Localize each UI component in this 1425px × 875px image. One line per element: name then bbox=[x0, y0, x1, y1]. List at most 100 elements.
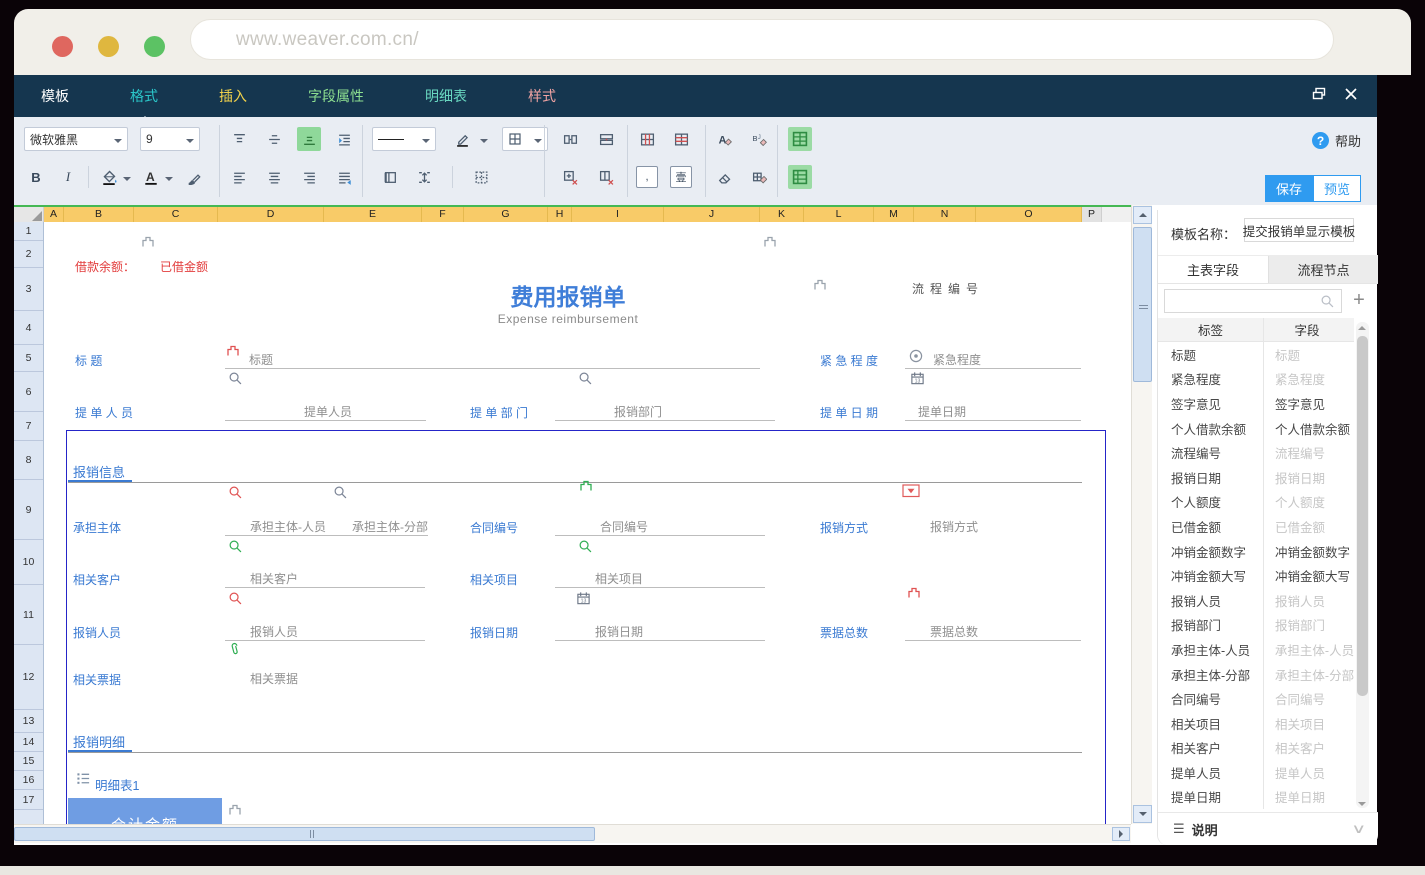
traffic-light-minimize[interactable] bbox=[98, 36, 119, 57]
align-justify-button[interactable] bbox=[332, 165, 356, 189]
column-header[interactable]: J bbox=[664, 207, 760, 222]
save-button[interactable]: 保存 bbox=[1265, 175, 1313, 202]
eraser-button[interactable] bbox=[712, 165, 736, 189]
panel-scroll-thumb[interactable] bbox=[1357, 336, 1368, 696]
field-value-person[interactable]: 报销人员 bbox=[250, 623, 298, 640]
align-center-button[interactable] bbox=[262, 165, 286, 189]
field-list-row[interactable]: 提单日期 提单日期 bbox=[1158, 785, 1354, 810]
column-header[interactable]: K bbox=[760, 207, 804, 222]
canvas-horizontal-scrollbar[interactable] bbox=[14, 824, 1131, 843]
field-list-row[interactable]: 已借金额 已借金额 bbox=[1158, 514, 1354, 539]
field-list-row[interactable]: 签字意见 签字意见 bbox=[1158, 391, 1354, 416]
font-color-button[interactable]: A bbox=[139, 165, 163, 189]
column-header[interactable]: N bbox=[914, 207, 976, 222]
search-icon[interactable] bbox=[333, 485, 348, 500]
field-value-project[interactable]: 相关项目 bbox=[595, 570, 643, 587]
scroll-down-button[interactable] bbox=[1133, 805, 1152, 823]
search-icon[interactable] bbox=[228, 539, 243, 554]
calendar-icon[interactable]: 13 bbox=[910, 371, 925, 386]
field-value-submit-date[interactable]: 提单日期 bbox=[918, 403, 966, 420]
chinese-uppercase-button[interactable]: 壹 bbox=[669, 165, 693, 189]
indent-button[interactable] bbox=[332, 127, 356, 151]
add-field-button[interactable]: + bbox=[1348, 288, 1370, 312]
field-value-urgency[interactable]: 紧急程度 bbox=[933, 351, 981, 368]
row-header[interactable]: 11 bbox=[14, 585, 43, 645]
section-title-info[interactable]: 报销信息 bbox=[73, 462, 125, 481]
field-label-customer[interactable]: 相关客户 bbox=[73, 571, 121, 588]
horizontal-scroll-thumb[interactable] bbox=[14, 827, 595, 841]
field-list-row[interactable]: 承担主体-人员 承担主体-人员 bbox=[1158, 637, 1354, 662]
column-header[interactable]: F bbox=[422, 207, 464, 222]
column-header[interactable]: L bbox=[804, 207, 874, 222]
search-icon[interactable] bbox=[228, 485, 243, 500]
font-family-select[interactable]: 微软雅黑 bbox=[24, 127, 128, 151]
column-header[interactable]: G bbox=[464, 207, 548, 222]
form-canvas[interactable]: 借款余额： 已借金额 费用报销单 Expense reimbursement 流… bbox=[44, 222, 1131, 824]
traffic-light-close[interactable] bbox=[52, 36, 73, 57]
field-value-bearer-dept[interactable]: 承担主体-分部 bbox=[352, 518, 428, 535]
column-header[interactable]: P bbox=[1082, 207, 1102, 222]
search-icon[interactable] bbox=[228, 371, 243, 386]
field-value-customer[interactable]: 相关客户 bbox=[250, 570, 298, 587]
section-title-detail[interactable]: 报销明细 bbox=[73, 732, 125, 751]
field-value-method[interactable]: 报销方式 bbox=[930, 518, 978, 535]
field-label-urgency[interactable]: 紧 急 程 度 bbox=[820, 352, 878, 369]
field-value-submit-dept[interactable]: 报销部门 bbox=[614, 403, 662, 420]
field-list-row[interactable]: 流程编号 流程编号 bbox=[1158, 440, 1354, 465]
address-bar[interactable]: www.weaver.com.cn/ bbox=[190, 19, 1334, 60]
calendar-icon[interactable]: 13 bbox=[576, 591, 591, 606]
scroll-down-icon[interactable] bbox=[1358, 802, 1366, 810]
column-header[interactable]: B bbox=[64, 207, 134, 222]
traffic-light-zoom[interactable] bbox=[144, 36, 165, 57]
field-list-row[interactable]: 提单人员 提单人员 bbox=[1158, 760, 1354, 785]
row-header[interactable]: 4 bbox=[14, 311, 43, 345]
search-icon[interactable] bbox=[578, 371, 593, 386]
select-all-corner[interactable] bbox=[14, 207, 44, 222]
field-value-submitter[interactable]: 提单人员 bbox=[304, 403, 352, 420]
field-list-row[interactable]: 相关项目 相关项目 bbox=[1158, 711, 1354, 736]
row-header[interactable]: 12 bbox=[14, 645, 43, 710]
field-list-row[interactable]: 报销人员 报销人员 bbox=[1158, 588, 1354, 613]
field-list-row[interactable]: 个人借款余额 个人借款余额 bbox=[1158, 416, 1354, 441]
clear-cell-format-button[interactable]: BJ bbox=[747, 127, 771, 151]
close-window-icon[interactable] bbox=[1343, 86, 1359, 102]
row-header[interactable]: 10 bbox=[14, 540, 43, 585]
field-label-contract[interactable]: 合同编号 bbox=[470, 519, 518, 536]
column-header[interactable]: H bbox=[548, 207, 572, 222]
preview-button[interactable]: 预览 bbox=[1313, 175, 1361, 202]
form-subtitle[interactable]: Expense reimbursement bbox=[498, 312, 639, 326]
row-header[interactable]: 8 bbox=[14, 441, 43, 480]
row-header[interactable]: 1 bbox=[14, 222, 43, 241]
menu-tab[interactable]: 格式 bbox=[130, 86, 158, 106]
field-list-row[interactable]: 报销部门 报销部门 bbox=[1158, 613, 1354, 638]
bold-button[interactable]: B bbox=[24, 165, 48, 189]
split-cell-button[interactable] bbox=[558, 165, 582, 189]
row-header[interactable]: 17 bbox=[14, 790, 43, 810]
scroll-right-button[interactable] bbox=[1112, 827, 1130, 841]
merge-cells-button[interactable] bbox=[558, 127, 582, 151]
insert-field-icon[interactable] bbox=[762, 235, 778, 251]
tab-main-table-fields[interactable]: 主表字段 bbox=[1158, 256, 1268, 283]
field-label-submit-date[interactable]: 提 单 日 期 bbox=[820, 404, 878, 421]
field-value-contract[interactable]: 合同编号 bbox=[600, 518, 648, 535]
column-header[interactable]: C bbox=[134, 207, 218, 222]
insert-row-line-button[interactable] bbox=[669, 127, 693, 151]
radio-icon[interactable] bbox=[908, 348, 924, 364]
dropdown-icon[interactable] bbox=[902, 484, 920, 498]
row-header[interactable]: 5 bbox=[14, 345, 43, 372]
table-eraser-button[interactable] bbox=[747, 165, 771, 189]
row-header[interactable]: 3 bbox=[14, 268, 43, 311]
italic-button[interactable]: I bbox=[56, 165, 80, 189]
chevron-down-icon[interactable]: ∨ bbox=[1352, 821, 1367, 837]
menu-tab[interactable]: 插入 bbox=[219, 86, 247, 106]
insert-field-icon[interactable] bbox=[227, 803, 243, 819]
border-pen-button[interactable] bbox=[450, 127, 474, 151]
field-list-row[interactable]: 冲销金额大写 冲销金额大写 bbox=[1158, 563, 1354, 588]
tab-flow-nodes[interactable]: 流程节点 bbox=[1268, 256, 1378, 283]
row-header[interactable]: 15 bbox=[14, 752, 43, 771]
clear-font-format-button[interactable]: A bbox=[712, 127, 736, 151]
restore-window-icon[interactable] bbox=[1311, 86, 1327, 102]
loan-balance-field[interactable]: 已借金额 bbox=[160, 258, 208, 275]
field-label-project[interactable]: 相关项目 bbox=[470, 571, 518, 588]
valign-bottom-button[interactable] bbox=[297, 127, 321, 151]
